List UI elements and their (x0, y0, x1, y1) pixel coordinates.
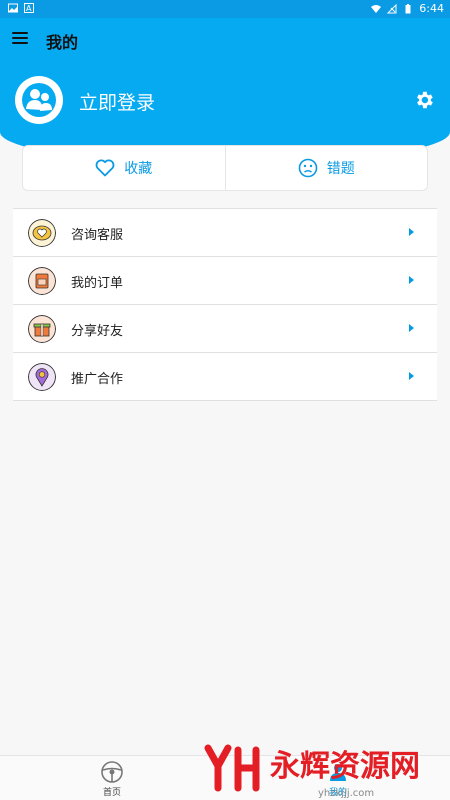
heart-chat-icon (28, 219, 56, 247)
status-bar: A 6:44 (0, 0, 450, 18)
menu-item-share-friends[interactable]: 分享好友 (13, 305, 437, 353)
menu-item-label: 分享好友 (71, 324, 124, 339)
nav-item-home[interactable]: 首页 (82, 760, 142, 798)
gear-icon[interactable] (413, 89, 435, 111)
watermark-url: yhzkjjj.com (318, 788, 374, 799)
menu-list: 咨询客服 我的订单 分享好友 推广合作 (13, 208, 437, 401)
avatar[interactable] (15, 76, 63, 124)
menu-item-label: 我的订单 (71, 276, 124, 291)
watermark-logo: 永辉资源网 yhzkjjj.com (204, 744, 420, 799)
menu-item-label: 推广合作 (71, 372, 124, 387)
tab-wrong-questions[interactable]: 错题 (224, 146, 428, 190)
battery-icon (405, 3, 411, 13)
heart-outline-icon (95, 159, 115, 177)
tab-favorites[interactable]: 收藏 (23, 146, 225, 190)
app-notification-icon: A (24, 3, 34, 13)
tab-favorites-label: 收藏 (124, 161, 153, 177)
menu-item-customer-service[interactable]: 咨询客服 (13, 209, 437, 257)
no-signal-icon (387, 3, 397, 13)
gift-icon (28, 315, 56, 343)
chevron-right-icon (409, 276, 414, 284)
menu-item-label: 咨询客服 (71, 228, 124, 243)
image-notification-icon (8, 3, 18, 13)
wifi-icon (371, 4, 382, 13)
toolbar: 我的 (0, 18, 450, 62)
svg-text:A: A (26, 4, 32, 13)
chevron-right-icon (409, 372, 414, 380)
menu-item-my-orders[interactable]: 我的订单 (13, 257, 437, 305)
status-time: 6:44 (419, 2, 444, 15)
hamburger-menu-icon[interactable] (12, 32, 30, 46)
neutral-face-icon (298, 158, 318, 178)
watermark-text: 永辉资源网 (270, 749, 420, 784)
nav-item-home-label: 首页 (102, 788, 121, 798)
user-group-avatar-icon (22, 83, 56, 117)
steering-wheel-icon (101, 761, 123, 783)
chevron-right-icon (409, 324, 414, 332)
envelope-order-icon (28, 267, 56, 295)
menu-item-partnership[interactable]: 推广合作 (13, 353, 437, 401)
tab-wrong-questions-label: 错题 (326, 161, 355, 177)
location-pin-icon (28, 363, 56, 391)
page-title: 我的 (46, 33, 79, 52)
login-button[interactable]: 立即登录 (79, 88, 155, 115)
quick-tabs-card: 收藏 错题 (22, 145, 428, 191)
chevron-right-icon (409, 228, 414, 236)
